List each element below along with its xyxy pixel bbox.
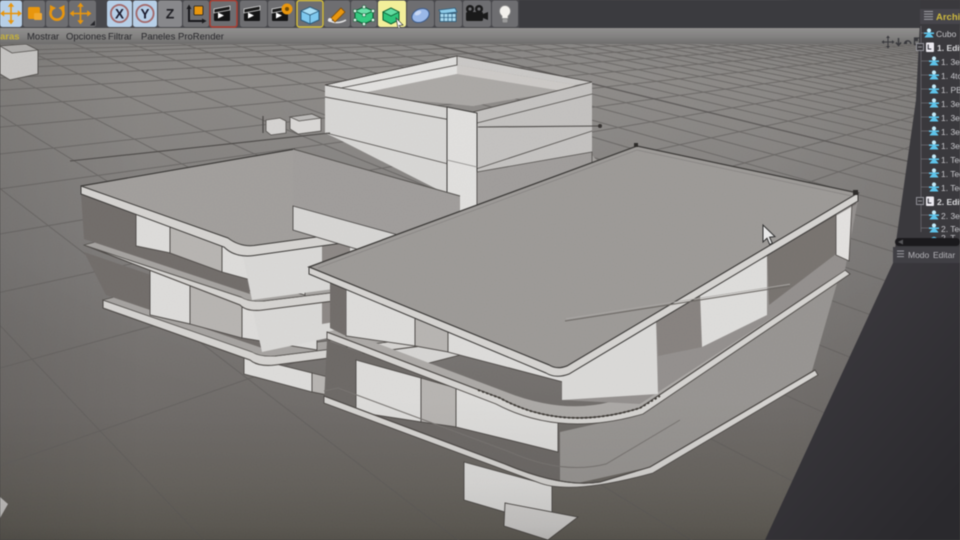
svg-text:1. 3er p: 1. 3er p <box>941 127 960 137</box>
svg-text:Archivo: Archivo <box>936 12 960 23</box>
svg-text:1. 3er p: 1. 3er p <box>941 99 960 109</box>
svg-text:1. 3er p: 1. 3er p <box>941 113 960 123</box>
svg-text:2. Edificio: 2. Edificio <box>937 197 960 207</box>
svg-text:1. Edificio: 1. Edificio <box>937 43 960 53</box>
svg-text:Mostrar: Mostrar <box>27 32 59 43</box>
svg-text:X: X <box>115 6 124 21</box>
svg-text:1. Techo 2: 1. Techo 2 <box>941 183 960 193</box>
svg-text:L: L <box>927 199 932 206</box>
svg-text:1. Techo: 1. Techo <box>941 169 960 179</box>
svg-text:1. 3er p: 1. 3er p <box>941 57 960 67</box>
svg-text:Paneles: Paneles <box>141 32 176 43</box>
svg-text:aras: aras <box>0 32 20 43</box>
svg-text:1. 4to p: 1. 4to p <box>941 71 960 81</box>
svg-text:1. Techo: 1. Techo <box>941 155 960 165</box>
svg-text:2. 3er piso: 2. 3er piso <box>941 211 960 221</box>
svg-text:1. 3er pi: 1. 3er pi <box>941 141 960 151</box>
svg-text:Z: Z <box>166 6 175 22</box>
svg-text:Filtrar: Filtrar <box>108 32 132 43</box>
svg-text:Cubo: Cubo <box>936 29 957 39</box>
svg-text:Y: Y <box>140 6 149 21</box>
svg-text:L: L <box>927 45 932 52</box>
svg-text:Opciones: Opciones <box>66 32 106 43</box>
svg-text:ProRender: ProRender <box>178 32 224 43</box>
svg-text:Modo: Modo <box>908 250 930 260</box>
svg-text:Editar: Editar <box>933 250 955 260</box>
svg-text:1. PB: 1. PB <box>941 85 960 95</box>
